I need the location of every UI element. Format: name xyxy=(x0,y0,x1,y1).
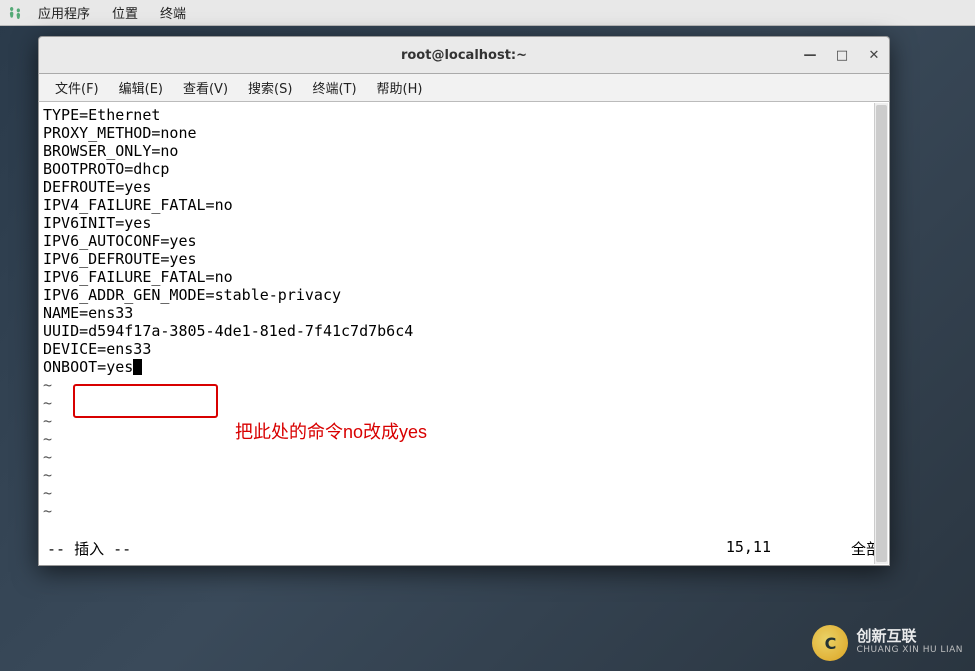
minimize-button[interactable]: — xyxy=(803,48,817,62)
footprint-icon xyxy=(6,4,24,22)
watermark-cn: 创新互联 xyxy=(856,629,963,643)
terminal-window: root@localhost:~ — □ ✕ 文件(F) 编辑(E) 查看(V)… xyxy=(38,36,890,566)
vim-mode: -- 插入 -- xyxy=(47,538,131,559)
terminal-viewport[interactable]: TYPE=Ethernet PROXY_METHOD=none BROWSER_… xyxy=(38,102,890,566)
close-button[interactable]: ✕ xyxy=(867,48,881,62)
menu-view[interactable]: 查看(V) xyxy=(173,76,238,99)
desktop-top-panel: 应用程序 位置 终端 xyxy=(0,0,975,26)
maximize-button[interactable]: □ xyxy=(835,48,849,62)
panel-item-terminal[interactable]: 终端 xyxy=(150,1,196,24)
menu-help[interactable]: 帮助(H) xyxy=(367,76,433,99)
window-title: root@localhost:~ xyxy=(401,48,527,63)
panel-item-applications[interactable]: 应用程序 xyxy=(28,1,100,24)
terminal-text[interactable]: TYPE=Ethernet PROXY_METHOD=none BROWSER_… xyxy=(43,106,885,538)
annotation-text: 把此处的命令no改成yes xyxy=(235,418,427,444)
menu-edit[interactable]: 编辑(E) xyxy=(109,76,173,99)
watermark-logo-icon: C xyxy=(812,625,848,661)
menu-search[interactable]: 搜索(S) xyxy=(238,76,302,99)
menu-terminal[interactable]: 终端(T) xyxy=(302,76,366,99)
menu-file[interactable]: 文件(F) xyxy=(45,76,109,99)
watermark-en: CHUANG XIN HU LIAN xyxy=(856,643,963,657)
window-menubar: 文件(F) 编辑(E) 查看(V) 搜索(S) 终端(T) 帮助(H) xyxy=(38,74,890,102)
scrollbar[interactable] xyxy=(874,103,888,564)
window-titlebar[interactable]: root@localhost:~ — □ ✕ xyxy=(38,36,890,74)
panel-item-places[interactable]: 位置 xyxy=(102,1,148,24)
watermark: C 创新互联 CHUANG XIN HU LIAN xyxy=(812,625,963,661)
scrollbar-thumb[interactable] xyxy=(876,105,887,562)
vim-status-line: -- 插入 -- 15,11 全部 xyxy=(43,538,885,561)
vim-cursor-position: 15,11 xyxy=(726,538,771,559)
